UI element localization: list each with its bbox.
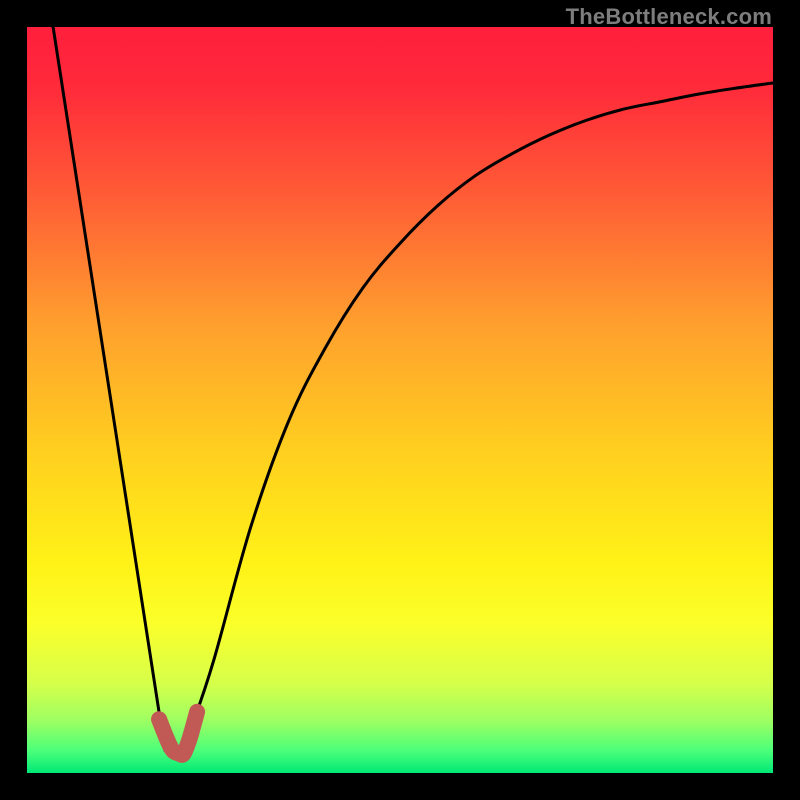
gradient-background <box>27 27 773 773</box>
chart-svg <box>27 27 773 773</box>
chart-frame: TheBottleneck.com <box>0 0 800 800</box>
plot-area <box>27 27 773 773</box>
watermark-text: TheBottleneck.com <box>566 4 772 30</box>
